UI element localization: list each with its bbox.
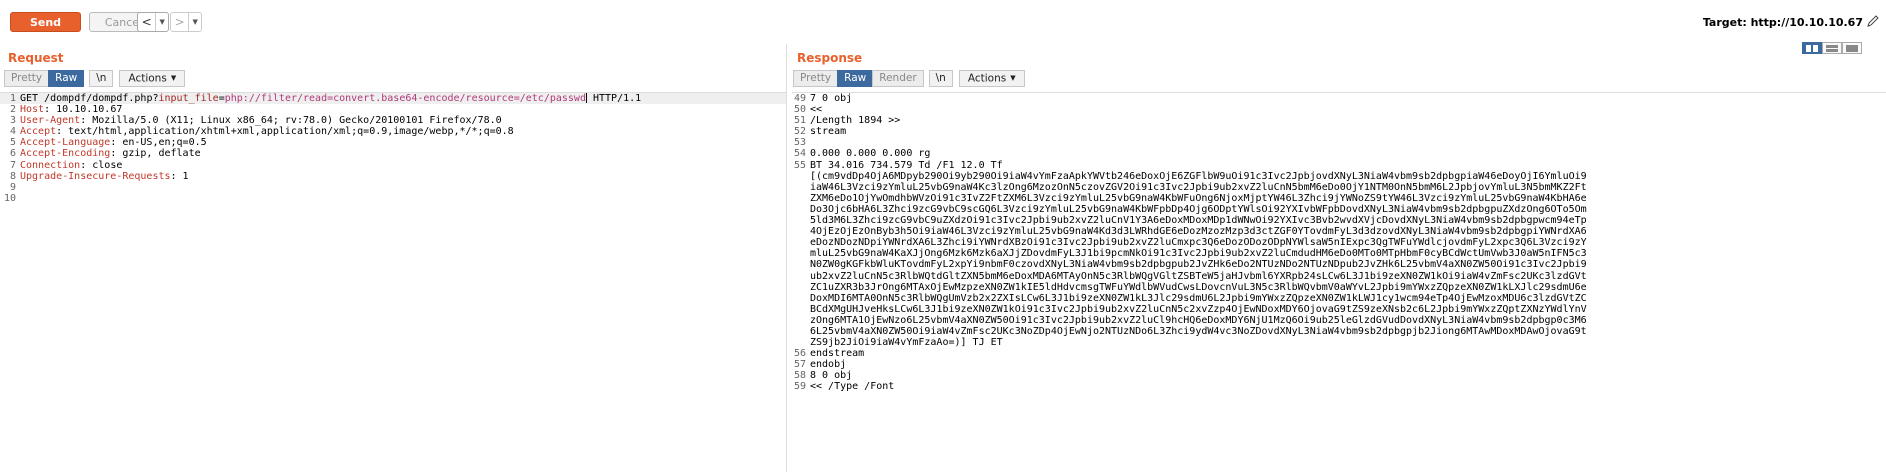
actions-label: Actions: [128, 72, 167, 85]
actions-menu[interactable]: Actions ▼: [958, 70, 1025, 87]
actions-label: Actions: [967, 72, 1007, 85]
layout-tabs-icon[interactable]: [1842, 42, 1862, 54]
response-lines-after: 56 endstream 57 endobj 58 8 0 obj 59 << /Type /…: [792, 348, 1886, 392]
header-name: User-Agent: [20, 115, 81, 127]
payload-wrapped-segment: N0ZW0gKGFkbWluKTovdmFyL2xpYi9nbmF0czovdX…: [810, 259, 1587, 271]
tab-pretty[interactable]: Pretty: [793, 70, 839, 87]
payload-wrapped-segment: BCdXMgUHJveHksLCw6L3J1bi9zeXN0ZW1kOi91c3…: [810, 303, 1587, 315]
header-value: : close: [80, 159, 123, 171]
response-line: 53: [793, 137, 806, 149]
response-line: 58 8 0 obj: [793, 370, 853, 382]
response-line: 51/Length 1894 >>: [793, 115, 901, 127]
request-line: 4 Accept: text/html,application/xhtml+xml…: [9, 126, 514, 138]
response-view-tabs: Pretty Raw Render \n Actions ▼: [793, 70, 1025, 88]
response-title: Response: [797, 51, 863, 65]
response-line: 56 endstream: [793, 348, 865, 360]
tab-raw[interactable]: Raw: [837, 70, 874, 87]
payload-wrapped-segment: 5ld3M6L3Zhci9zcG9vbC9uZXdzOi91c3Ivc2Jpbi…: [810, 215, 1587, 227]
request-line: 8 Upgrade-Insecure-Requests: 1: [9, 170, 189, 182]
payload-wrapped-segment: eDozNDozNDpiYWNrdXA6L3Zhci9iYWNrdXBzOi91…: [810, 237, 1587, 249]
response-line: 55 BT 34.016 734.579 Td /F1 12.0 Tf: [793, 159, 1003, 171]
response-line: 57 endobj: [793, 359, 847, 371]
target-label: Target: http://10.10.10.67: [1702, 16, 1863, 29]
request-view-tabs: Pretty Raw \n Actions ▼: [4, 70, 186, 88]
header-value: : en-US,en;q=0.5: [110, 137, 207, 149]
request-line-1: 1 GET /dompdf/dompdf.php?input_file=php:…: [0, 93, 786, 105]
layout-split-icon[interactable]: [1802, 42, 1822, 54]
header-value: : 10.10.10.67: [44, 104, 123, 116]
back-arrow-icon: <: [138, 13, 157, 31]
response-lines-before: 49 7 0 obj 50 << 51/Length 1894 >> 52 stream 53…: [792, 93, 1886, 171]
header-name: Accept-Encoding: [20, 148, 111, 160]
payload-wrapped-segment: ZXM6eDo1OjYwOmdhbWVzOi91c3IvZ2FtZXM6L3Vz…: [810, 192, 1587, 204]
response-line: 49 7 0 obj: [793, 93, 853, 104]
payload-wrapped-segment: ZS9jb2JiOi9iaW4vYmFzaAo=)] TJ ET: [810, 337, 1003, 349]
chevron-down-icon[interactable]: ▼: [156, 18, 168, 26]
chevron-down-icon[interactable]: ▼: [189, 18, 201, 26]
send-button[interactable]: Send: [10, 12, 81, 32]
payload-wrapped-segment: DoxMDI6MTA0OnN5c3RlbWQgUmVzb2x2ZXIsLCw6L…: [810, 292, 1587, 304]
payload-wrapped-segment: 6L25vbmV4aXN0ZW50Oi9iaW4vZmFsc2UKc3NoZDp…: [810, 325, 1587, 337]
chevron-down-icon: ▼: [170, 74, 177, 82]
header-value: : Mozilla/5.0 (X11; Linux x86_64; rv:78.…: [80, 115, 502, 127]
layout-horizontal-icon[interactable]: [1822, 42, 1842, 54]
request-line: 9: [9, 181, 16, 193]
forward-arrow-icon: >: [171, 13, 190, 31]
payload-wrapped-segment: 4OjEzOjEzOnByb3h5Oi9iaW46L3Vzci9zYmluL25…: [810, 226, 1587, 238]
header-name: Connection: [20, 159, 81, 171]
response-line: 50 <<: [793, 104, 823, 116]
payload-wrapped-segment: zOng6MTA1OjEwNzo6L25vbmV4aXN0ZW50Oi91c3I…: [810, 314, 1587, 326]
header-name: Accept: [20, 126, 57, 138]
request-title: Request: [8, 51, 64, 65]
chevron-down-icon: ▼: [1010, 74, 1016, 82]
request-line: 5 Accept-Language: en-US,en;q=0.5: [9, 137, 207, 149]
payload-wrapped-segment: mluL25vbG9naW4KaXJjOng6Mzk6Mzk6aXJjZDovd…: [810, 248, 1587, 260]
payload-wrapped-segment: iaW46L3Vzci9zYmluL25vbG9naW4Kc3lzOng6Mzo…: [810, 181, 1587, 193]
header-value: : gzip, deflate: [110, 148, 201, 160]
request-header-lines: 2 Host: 10.10.10.67 3 User-Agent: Mozilla/5…: [0, 104, 786, 204]
header-value: : text/html,application/xhtml+xml,applic…: [56, 126, 514, 138]
header-name: Upgrade-Insecure-Requests: [20, 170, 171, 182]
actions-menu[interactable]: Actions ▼: [119, 70, 186, 87]
response-line: 54 0.000 0.000 0.000 rg: [793, 148, 931, 160]
toolbar: Send Cancel < ▼ > ▼ Target: http://10.10…: [0, 0, 1886, 44]
tab-pretty[interactable]: Pretty: [4, 70, 50, 87]
response-line: 59 << /Type /Font: [793, 381, 895, 393]
header-name: Host: [20, 104, 45, 116]
request-line: 2 Host: 10.10.10.67: [9, 104, 123, 116]
base64-payload: [(cm9vdDp4OjA6MDpyb290Oi9yb290Oi9iaW4vYm…: [810, 171, 1587, 349]
request-line: 10: [3, 192, 16, 204]
request-line: 3 User-Agent: Mozilla/5.0 (X11; Linux x86…: [9, 115, 502, 127]
request-line: 6 Accept-Encoding: gzip, deflate: [9, 148, 201, 160]
forward-button[interactable]: > ▼: [170, 12, 202, 32]
tab-render[interactable]: Render: [872, 70, 924, 87]
tab-raw[interactable]: Raw: [48, 70, 85, 87]
pencil-icon[interactable]: [1866, 14, 1880, 28]
header-name: Accept-Language: [20, 137, 111, 149]
response-editor[interactable]: 49 7 0 obj 50 << 51/Length 1894 >> 52 stream 53…: [792, 92, 1886, 473]
payload-wrapped-segment: ZC1uZXR3b3JrOng6MTAxOjEwMzpzeXN0ZW1kIE5l…: [810, 281, 1587, 293]
response-line: 52 stream: [793, 126, 847, 138]
payload-wrapped-segment: Do3Ojc6bHA6L3Zhci9zcG9vbC9scGQ6L3Vzci9zY…: [810, 203, 1587, 215]
layout-toggle-group: [1802, 42, 1862, 54]
newline-toggle[interactable]: \n: [928, 70, 953, 87]
response-line-55: 55 [(cm9vdDp4OjA6MDpyb290Oi9yb290Oi9iaW4…: [792, 171, 1886, 349]
newline-toggle[interactable]: \n: [89, 70, 114, 87]
request-editor[interactable]: 1 GET /dompdf/dompdf.php?input_file=php:…: [0, 92, 786, 473]
back-button[interactable]: < ▼: [137, 12, 169, 32]
request-line: 7 Connection: close: [9, 159, 123, 171]
payload-wrapped-segment: ub2xvZ2luCnN5c3RlbWQtdGltZXN5bmM6eDoxMDA…: [810, 270, 1587, 282]
header-value: : 1: [170, 170, 189, 182]
payload-wrapped-segment: [(cm9vdDp4OjA6MDpyb290Oi9yb290Oi9iaW4vYm…: [810, 170, 1587, 182]
